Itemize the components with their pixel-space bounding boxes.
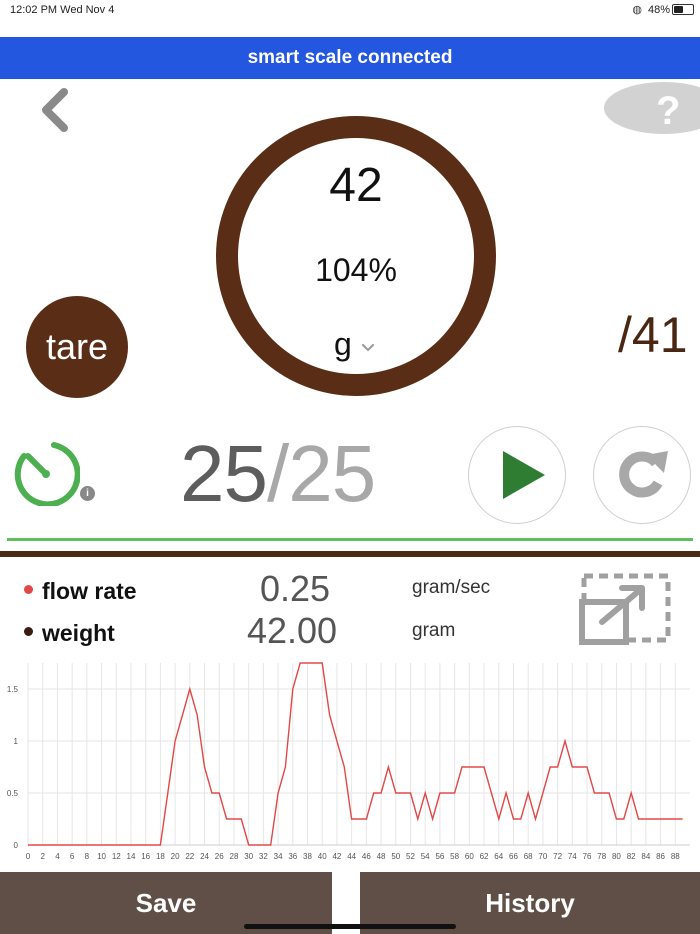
x-tick-label: 40 <box>318 852 327 861</box>
timer-display: 25/25 <box>180 426 376 522</box>
x-tick-label: 26 <box>215 852 224 861</box>
question-icon: ? <box>604 82 700 134</box>
reset-button[interactable] <box>593 426 691 524</box>
stopwatch-icon[interactable] <box>10 436 80 506</box>
x-tick-label: 78 <box>597 852 606 861</box>
flow-rate-chart: 0 2 4 6 8 10 12 14 16 18 20 22 24 26 28 30 32 34 36 38 40 42 4… <box>7 662 690 861</box>
x-tick-label: 72 <box>553 852 562 861</box>
timer-total: /25 <box>266 429 376 518</box>
back-button[interactable] <box>36 86 76 134</box>
x-tick-label: 50 <box>391 852 400 861</box>
connection-banner: smart scale connected <box>0 37 700 79</box>
home-indicator <box>244 924 456 929</box>
scale-percent: 104% <box>315 252 397 288</box>
timer-elapsed: 25 <box>180 429 268 518</box>
x-tick-label: 52 <box>406 852 415 861</box>
x-tick-label: 16 <box>141 852 150 861</box>
y-tick-label: 1 <box>14 737 19 746</box>
x-tick-label: 4 <box>55 852 60 861</box>
x-tick-label: 32 <box>259 852 268 861</box>
x-tick-label: 76 <box>583 852 592 861</box>
battery-icon <box>672 4 694 15</box>
x-tick-label: 8 <box>85 852 90 861</box>
x-tick-label: 12 <box>112 852 121 861</box>
x-tick-label: 14 <box>127 852 136 861</box>
flow-rate-unit: gram/sec <box>412 577 491 598</box>
x-tick-label: 68 <box>524 852 533 861</box>
x-tick-label: 44 <box>347 852 356 861</box>
x-tick-label: 6 <box>70 852 75 861</box>
x-tick-label: 80 <box>612 852 621 861</box>
x-tick-label: 74 <box>568 852 577 861</box>
flow-legend-dot <box>24 585 33 594</box>
x-tick-label: 10 <box>97 852 106 861</box>
expand-icon <box>579 573 671 645</box>
x-tick-label: 42 <box>332 852 341 861</box>
x-tick-label: 58 <box>450 852 459 861</box>
x-tick-label: 30 <box>244 852 253 861</box>
x-tick-label: 34 <box>274 852 283 861</box>
x-tick-label: 64 <box>494 852 503 861</box>
y-tick-label: 0.5 <box>7 789 19 798</box>
x-tick-label: 54 <box>421 852 430 861</box>
flow-rate-series-line <box>28 662 683 846</box>
x-tick-label: 88 <box>671 852 680 861</box>
play-button[interactable] <box>468 426 566 524</box>
battery-percent: 48% <box>647 4 670 16</box>
weight-label: weight <box>42 620 115 646</box>
unit-selector[interactable]: g <box>334 326 352 363</box>
section-divider <box>0 551 700 557</box>
target-weight[interactable]: /41 <box>618 306 688 364</box>
chevron-left-icon <box>42 88 68 132</box>
orientation-lock-icon: ◍ <box>632 4 642 16</box>
y-tick-label: 0 <box>14 841 19 850</box>
x-tick-label: 38 <box>303 852 312 861</box>
scale-weight-value: 42 <box>329 159 383 212</box>
refresh-icon <box>619 451 668 498</box>
x-tick-label: 60 <box>465 852 474 861</box>
x-tick-label: 82 <box>627 852 636 861</box>
x-tick-label: 84 <box>641 852 650 861</box>
x-tick-label: 0 <box>26 852 31 861</box>
help-button[interactable]: ? <box>604 80 700 136</box>
flow-rate-value: 0.25 <box>259 568 331 609</box>
progress-line <box>7 538 693 541</box>
status-time: 12:02 PM Wed Nov 4 <box>10 4 115 16</box>
x-tick-label: 24 <box>200 852 209 861</box>
weight-value: 42.00 <box>246 610 338 651</box>
expand-chart-button[interactable] <box>578 572 674 646</box>
x-tick-label: 62 <box>480 852 489 861</box>
info-icon[interactable]: i <box>80 486 95 501</box>
y-tick-label: 1.5 <box>7 685 19 694</box>
play-icon <box>503 451 545 499</box>
x-tick-label: 66 <box>509 852 518 861</box>
chevron-down-icon[interactable] <box>362 344 374 352</box>
flow-rate-label: flow rate <box>42 578 137 604</box>
x-tick-label: 22 <box>185 852 194 861</box>
x-tick-label: 28 <box>230 852 239 861</box>
x-tick-label: 56 <box>435 852 444 861</box>
x-tick-label: 36 <box>288 852 297 861</box>
x-tick-label: 20 <box>171 852 180 861</box>
tare-button[interactable]: tare <box>26 296 128 398</box>
x-tick-label: 48 <box>377 852 386 861</box>
x-tick-label: 86 <box>656 852 665 861</box>
weight-unit: gram <box>412 620 456 641</box>
svg-text:?: ? <box>656 89 680 133</box>
x-tick-label: 18 <box>156 852 165 861</box>
x-tick-label: 70 <box>538 852 547 861</box>
x-tick-label: 2 <box>40 852 45 861</box>
x-tick-label: 46 <box>362 852 371 861</box>
weight-legend-dot <box>24 627 33 636</box>
